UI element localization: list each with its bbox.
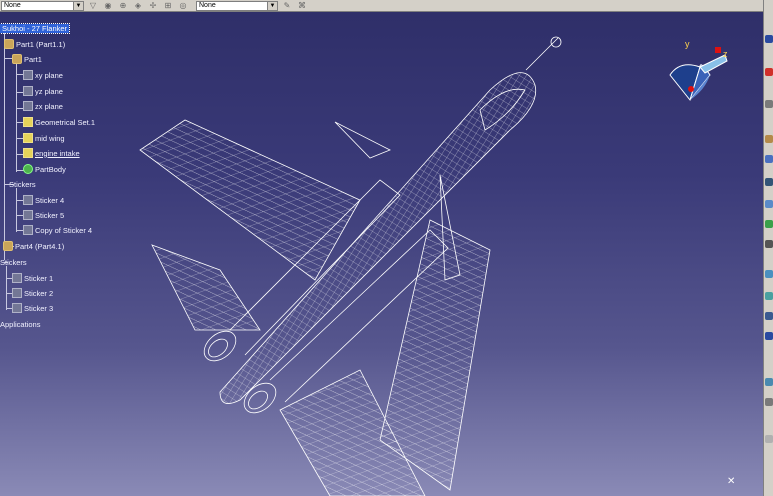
sticker-icon [12, 288, 22, 298]
tree-applications[interactable]: Applications [0, 318, 40, 330]
tree-sticker-1[interactable]: Sticker 1 [12, 272, 53, 284]
tree-sticker-1-label: Sticker 1 [24, 273, 54, 283]
tree-root-label: Sukhoi - 27 Flanker [0, 22, 71, 34]
fillet-icon[interactable] [765, 270, 773, 278]
tree-sticker-2[interactable]: Sticker 2 [12, 287, 53, 299]
tree-yz-plane-label: yz plane [35, 86, 63, 96]
geometrical-set-icon [23, 148, 33, 158]
tree-sticker-5[interactable]: Sticker 5 [23, 209, 64, 221]
tree-sticker-4[interactable]: Sticker 4 [23, 194, 64, 206]
sticker-icon [23, 225, 33, 235]
chevron-down-icon: ▼ [267, 1, 277, 10]
part-icon [12, 54, 22, 64]
sticker-icon [23, 210, 33, 220]
tree-part1-child[interactable]: Part1 [12, 53, 42, 65]
combo-2-value: None [199, 2, 216, 9]
layer-icon[interactable]: ◈ [132, 1, 144, 11]
filter-icon[interactable]: ▽ [87, 1, 99, 11]
tree-geo-set-label: Geometrical Set.1 [35, 117, 96, 127]
tree-part1-child-label: Part1 [24, 54, 42, 64]
tree-yz-plane[interactable]: yz plane [23, 85, 63, 97]
eye-icon[interactable]: ◉ [102, 1, 114, 11]
plane-icon [23, 86, 33, 96]
compass-widget[interactable]: y z [665, 35, 735, 105]
tree-sticker-3-label: Sticker 3 [24, 303, 54, 313]
part-design-icon[interactable] [765, 135, 773, 143]
tree-part1-label: Part1 (Part1.1) [16, 39, 66, 49]
groove-icon[interactable] [765, 220, 773, 228]
tree-stickers-2-label: Stickers [0, 257, 27, 267]
brush-icon[interactable]: ✎ [281, 1, 293, 11]
tree-sticker-4-label: Sticker 4 [35, 195, 65, 205]
geometrical-set-icon [23, 133, 33, 143]
plane-icon [23, 70, 33, 80]
right-toolbar [763, 0, 773, 496]
chamfer-icon[interactable] [765, 292, 773, 300]
tree-root[interactable]: Sukhoi - 27 Flanker [0, 22, 71, 34]
tree-zx-plane[interactable]: zx plane [23, 100, 63, 112]
tree-xy-plane-label: xy plane [35, 70, 63, 80]
product-icon [4, 39, 14, 49]
snap-icon[interactable]: ✢ [147, 1, 159, 11]
shell-icon[interactable] [765, 332, 773, 340]
specification-tree[interactable]: Sukhoi - 27 Flanker Part1 (Part1.1) Part… [0, 16, 140, 336]
combo-1-value: None [4, 2, 21, 9]
tree-geo-set[interactable]: Geometrical Set.1 [23, 116, 95, 128]
geometrical-set-icon [23, 117, 33, 127]
top-toolbar: None ▼ ▽ ◉ ⊕ ◈ ✢ ⊞ ◎ None ▼ ✎ ⌘ [0, 0, 763, 12]
axis-triad-icon: ✕ [727, 476, 736, 487]
settings-icon[interactable] [765, 100, 773, 108]
sticker-icon [23, 195, 33, 205]
camera-icon[interactable]: ◎ [177, 1, 189, 11]
tree-stickers-2[interactable]: Stickers [0, 256, 27, 268]
tree-part4-label: Part4 (Part4.1) [15, 241, 65, 251]
tree-engine-intake[interactable]: engine intake [23, 147, 80, 159]
tree-engine-intake-label: engine intake [35, 148, 80, 158]
tree-sticker-2-label: Sticker 2 [24, 288, 54, 298]
shaft-icon[interactable] [765, 200, 773, 208]
sketch-icon[interactable] [765, 68, 773, 76]
measure-icon[interactable]: ⊕ [117, 1, 129, 11]
tree-mid-wing[interactable]: mid wing [23, 132, 65, 144]
tree-sticker-3[interactable]: Sticker 3 [12, 302, 53, 314]
pattern-icon[interactable] [765, 378, 773, 386]
3d-viewport[interactable]: y z ✕ Sukhoi - 27 Flanker Part1 (Part1.1… [0, 0, 763, 496]
mirror-icon[interactable] [765, 398, 773, 406]
tree-mid-wing-label: mid wing [35, 133, 65, 143]
plane-icon [23, 101, 33, 111]
workbench-icon[interactable] [765, 35, 773, 43]
measure-tool-icon[interactable] [765, 435, 773, 443]
tree-applications-label: Applications [0, 319, 41, 329]
tree-xy-plane[interactable]: xy plane [23, 69, 63, 81]
tree-stickers[interactable]: Stickers [9, 178, 36, 190]
draft-icon[interactable] [765, 312, 773, 320]
tree-part-body-label: PartBody [35, 164, 66, 174]
pad-icon[interactable] [765, 155, 773, 163]
aircraft-wireframe[interactable] [130, 30, 590, 496]
tree-part-body[interactable]: PartBody [23, 163, 66, 175]
body-icon [23, 164, 33, 174]
painter-icon[interactable]: ⌘ [296, 1, 308, 11]
tree-stickers-label: Stickers [9, 179, 36, 189]
tree-copy-sticker-4-label: Copy of Sticker 4 [35, 225, 93, 235]
sticker-icon [12, 303, 22, 313]
pocket-icon[interactable] [765, 178, 773, 186]
graphic-properties-combo-1[interactable]: None ▼ [1, 0, 84, 11]
grid-icon[interactable]: ⊞ [162, 1, 174, 11]
sticker-icon [12, 273, 22, 283]
chevron-down-icon: ▼ [73, 1, 83, 10]
tree-copy-sticker-4[interactable]: Copy of Sticker 4 [23, 224, 92, 236]
product-icon [3, 241, 13, 251]
tree-part4[interactable]: Part4 (Part4.1) [3, 240, 64, 252]
axis-z-label: z [723, 49, 728, 59]
graphic-properties-combo-2[interactable]: None ▼ [196, 0, 278, 11]
hole-icon[interactable] [765, 240, 773, 248]
axis-y-label: y [685, 39, 690, 49]
tree-part1[interactable]: Part1 (Part1.1) [4, 38, 65, 50]
tree-sticker-5-label: Sticker 5 [35, 210, 65, 220]
tree-zx-plane-label: zx plane [35, 101, 63, 111]
